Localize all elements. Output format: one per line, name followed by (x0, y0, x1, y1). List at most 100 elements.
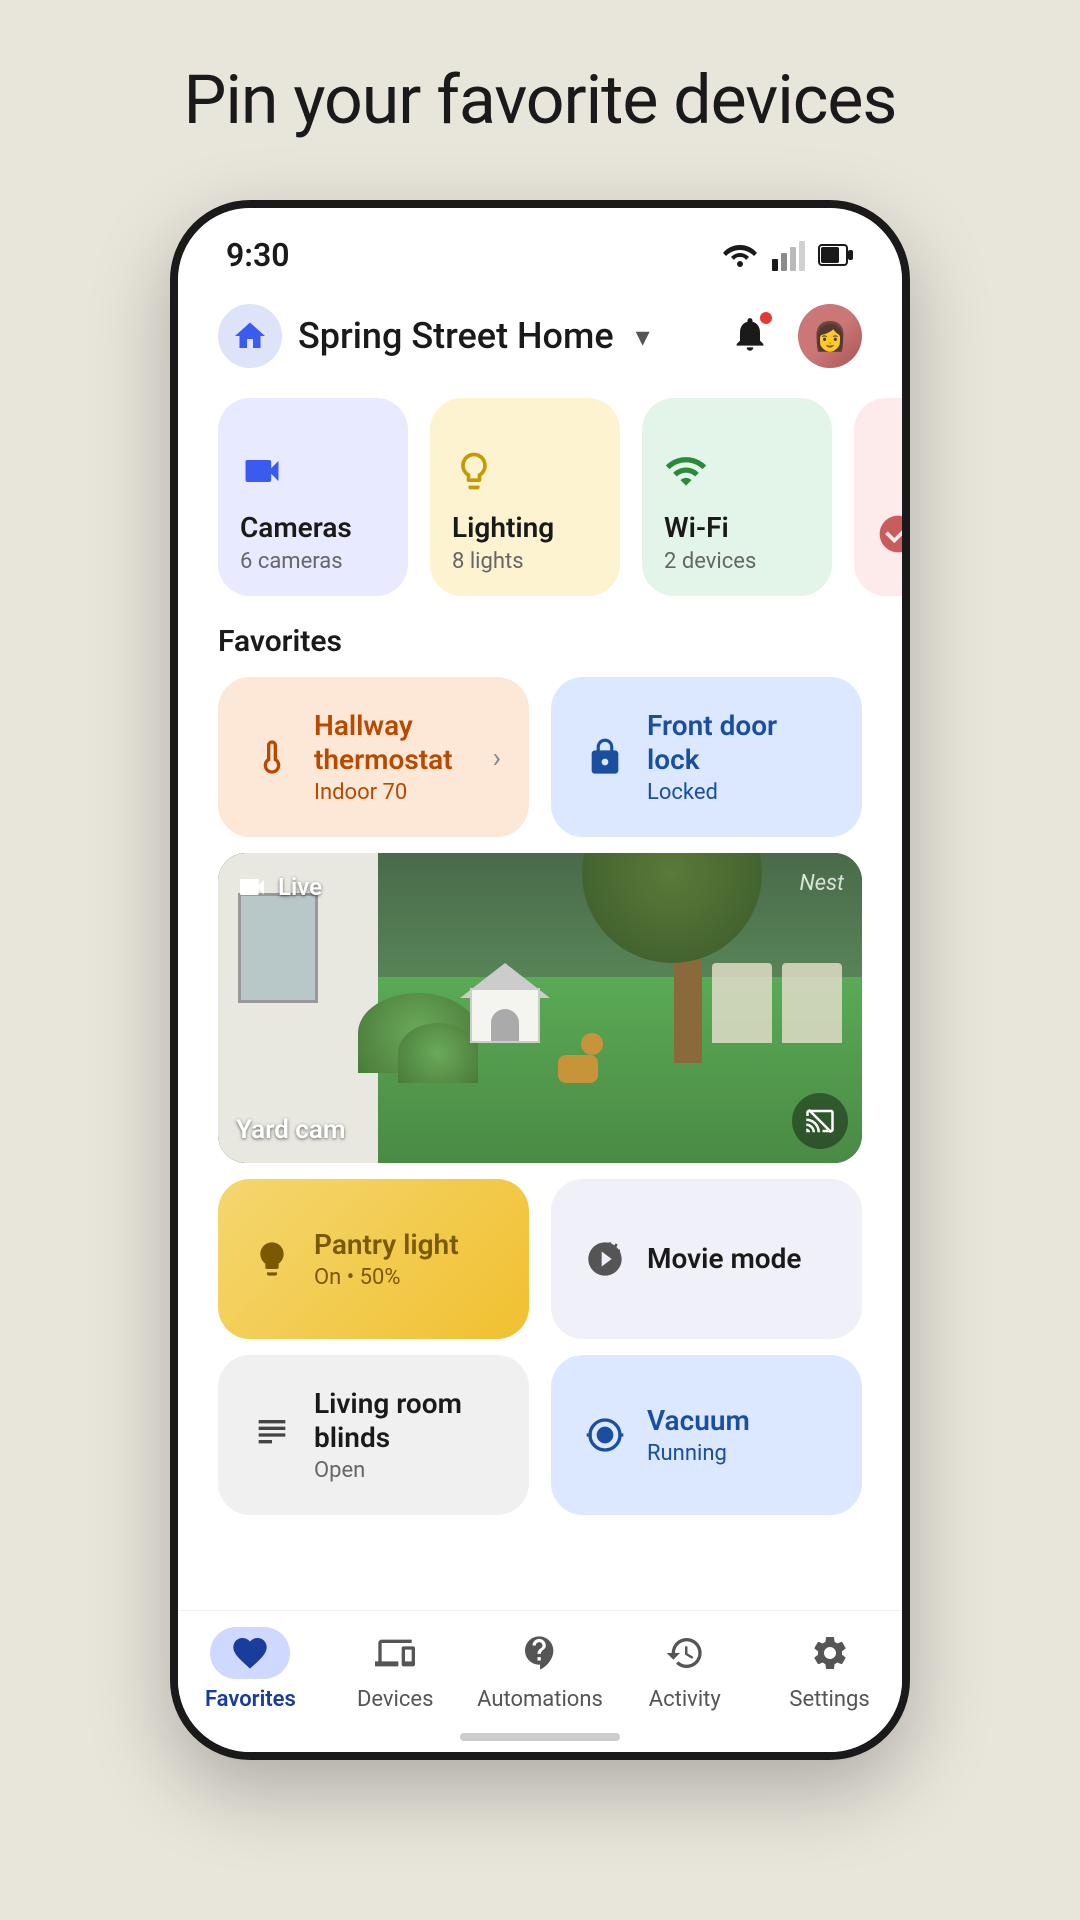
phone-frame: 9:30 (170, 200, 910, 1760)
thermostat-icon (246, 731, 298, 783)
extra-icon (876, 512, 902, 560)
camera-feed[interactable]: Live Nest Yard cam (218, 853, 862, 1163)
lock-status: Locked (647, 780, 834, 805)
chair-1 (782, 963, 842, 1043)
favorites-label: Favorites (178, 606, 902, 669)
thermostat-status: Indoor 70 (314, 780, 477, 805)
header-actions: 👩 (730, 304, 862, 368)
movie-info: Movie mode (647, 1242, 834, 1276)
blinds-status: Open (314, 1458, 501, 1483)
dog-house-body (470, 988, 540, 1043)
thermostat-name: Hallway thermostat (314, 709, 477, 776)
chair-2 (712, 963, 772, 1043)
home-name: Spring Street Home (298, 315, 614, 357)
activity-icon (665, 1633, 705, 1673)
category-lighting[interactable]: Lighting 8 lights (430, 398, 620, 596)
nav-automations[interactable]: Automations (468, 1627, 613, 1712)
pantry-icon (246, 1233, 298, 1285)
cameras-icon (240, 449, 386, 497)
vacuum-info: Vacuum Running (647, 1404, 834, 1467)
camera-live-label: Live (236, 871, 322, 903)
nav-devices-label: Devices (357, 1687, 434, 1712)
category-wifi[interactable]: Wi-Fi 2 devices (642, 398, 832, 596)
home-indicator (178, 1732, 902, 1752)
dog-house-door (491, 1009, 519, 1041)
nav-favorites-label: Favorites (205, 1687, 296, 1712)
lock-card[interactable]: Front door lock Locked (551, 677, 862, 837)
vacuum-name: Vacuum (647, 1404, 834, 1438)
chevron-down-icon: ▾ (636, 320, 650, 353)
dog-house (460, 963, 550, 1043)
lock-name: Front door lock (647, 709, 834, 776)
more-favorites-row2: Living room blinds Open Vacuum Running (178, 1347, 902, 1515)
live-text: Live (278, 873, 322, 901)
status-bar: 9:30 (178, 208, 902, 284)
nav-activity-label: Activity (649, 1687, 721, 1712)
nav-settings[interactable]: Settings (757, 1627, 902, 1712)
nav-settings-label: Settings (789, 1687, 869, 1712)
status-icons (722, 237, 854, 273)
category-cameras[interactable]: Cameras 6 cameras (218, 398, 408, 596)
blinds-card[interactable]: Living room blinds Open (218, 1355, 529, 1515)
avatar[interactable]: 👩 (798, 304, 862, 368)
movie-name: Movie mode (647, 1242, 834, 1276)
home-icon-bg (218, 304, 282, 368)
home-icon (232, 318, 268, 354)
categories-row: Cameras 6 cameras Lighting 8 lights (178, 388, 902, 606)
dog-figure (553, 1033, 603, 1083)
blinds-name: Living room blinds (314, 1387, 501, 1454)
no-cast-button[interactable] (792, 1093, 848, 1149)
nav-settings-icon-wrap (790, 1627, 870, 1679)
movie-card[interactable]: Movie mode (551, 1179, 862, 1339)
vacuum-status: Running (647, 1441, 834, 1466)
page-title: Pin your favorite devices (183, 60, 896, 140)
vacuum-icon (579, 1409, 631, 1461)
thermostat-chevron: › (493, 741, 501, 774)
pantry-card[interactable]: Pantry light On • 50% (218, 1179, 529, 1339)
dog-body (558, 1055, 598, 1083)
lighting-icon (452, 449, 598, 497)
app-content: Spring Street Home ▾ 👩 (178, 284, 902, 1752)
movie-icon (579, 1233, 631, 1285)
camera-name: Yard cam (236, 1115, 345, 1145)
automations-icon (520, 1633, 560, 1673)
notification-dot (758, 310, 774, 326)
signal-icon (770, 237, 806, 273)
thermostat-info: Hallway thermostat Indoor 70 (314, 709, 477, 805)
home-indicator-bar (460, 1733, 620, 1741)
status-time: 9:30 (226, 236, 290, 274)
wifi-name: Wi-Fi (664, 511, 810, 545)
notifications-button[interactable] (730, 314, 770, 358)
dog-head (581, 1033, 603, 1055)
bottom-nav: Favorites Devices Automations (178, 1610, 902, 1732)
home-selector[interactable]: Spring Street Home ▾ (218, 304, 650, 368)
wifi-sub: 2 devices (664, 549, 810, 574)
blinds-info: Living room blinds Open (314, 1387, 501, 1483)
settings-icon (810, 1633, 850, 1673)
nest-badge: Nest (799, 871, 844, 896)
pantry-status: On • 50% (314, 1265, 501, 1290)
pantry-name: Pantry light (314, 1228, 501, 1262)
app-header: Spring Street Home ▾ 👩 (178, 284, 902, 388)
more-favorites-row: Pantry light On • 50% Movie mode (178, 1171, 902, 1347)
devices-icon (375, 1633, 415, 1673)
nav-devices[interactable]: Devices (323, 1627, 468, 1712)
wifi-icon (664, 449, 810, 497)
nav-activity-icon-wrap (645, 1627, 725, 1679)
cameras-name: Cameras (240, 511, 386, 545)
house-window (238, 893, 318, 1003)
lock-info: Front door lock Locked (647, 709, 834, 805)
vacuum-card[interactable]: Vacuum Running (551, 1355, 862, 1515)
nav-activity[interactable]: Activity (612, 1627, 757, 1712)
nav-favorites[interactable]: Favorites (178, 1627, 323, 1712)
spacer (178, 1515, 902, 1610)
camera-icon (236, 871, 268, 903)
nav-favorites-icon-wrap (210, 1627, 290, 1679)
thermostat-card[interactable]: Hallway thermostat Indoor 70 › (218, 677, 529, 837)
wifi-signal-icon (722, 237, 758, 273)
lighting-sub: 8 lights (452, 549, 598, 574)
favorites-row: Hallway thermostat Indoor 70 › Front doo… (178, 669, 902, 845)
category-extra[interactable] (854, 398, 902, 596)
lighting-name: Lighting (452, 511, 598, 545)
pantry-info: Pantry light On • 50% (314, 1228, 501, 1291)
